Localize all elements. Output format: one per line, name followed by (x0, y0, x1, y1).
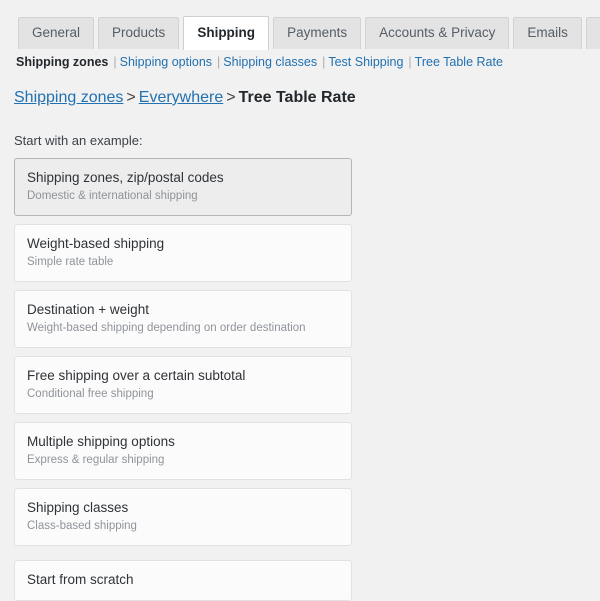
example-card-title: Shipping zones, zip/postal codes (27, 170, 224, 185)
subnav-link-test-shipping[interactable]: Test Shipping (328, 55, 403, 69)
example-card-description: Express & regular shipping (27, 454, 165, 466)
example-card-weight-based-shipping[interactable]: Weight-based shipping Simple rate table (14, 224, 352, 282)
breadcrumb-link-everywhere[interactable]: Everywhere (139, 89, 223, 106)
tab-integration[interactable]: Integration (585, 17, 600, 49)
subnav-current-shipping-zones: Shipping zones (16, 55, 109, 69)
example-card-description: Class-based shipping (27, 520, 137, 532)
subnav-link-shipping-options[interactable]: Shipping options (120, 55, 212, 69)
example-card-title: Weight-based shipping (27, 236, 165, 251)
example-list: Shipping zones, zip/postal codes Domesti… (0, 158, 600, 546)
breadcrumb-separator: > (126, 89, 136, 106)
settings-tab-strip: General Products Shipping Payments Accounts … (0, 0, 600, 50)
start-from-scratch-card[interactable]: Start from scratch (14, 560, 352, 601)
example-card-title: Shipping classes (27, 500, 129, 515)
subnav-link-shipping-classes[interactable]: Shipping classes (223, 55, 317, 69)
example-card-description: Domestic & international shipping (27, 190, 198, 202)
shipping-subnav: Shipping zones | Shipping options | Shipping… (0, 48, 600, 71)
breadcrumb-current-tree-table-rate: Tree Table Rate (238, 89, 356, 106)
tab-accounts-privacy[interactable]: Accounts & Privacy (365, 17, 510, 49)
subnav-link-tree-table-rate[interactable]: Tree Table Rate (415, 55, 503, 69)
start-from-scratch-section: Start from scratch (0, 560, 600, 601)
example-card-shipping-classes[interactable]: Shipping classes Class-based shipping (14, 488, 352, 546)
breadcrumb: Shipping zones > Everywhere > Tree Table Rat… (0, 71, 600, 109)
example-card-multiple-shipping-options[interactable]: Multiple shipping options Express & regu… (14, 422, 352, 480)
page-title: Start with an example: (14, 133, 143, 148)
subnav-separator: | (217, 55, 221, 69)
example-card-destination-weight[interactable]: Destination + weight Weight-based shippi… (14, 290, 352, 348)
example-card-title: Destination + weight (27, 302, 149, 317)
subnav-separator: | (113, 55, 117, 69)
example-card-description: Conditional free shipping (27, 388, 154, 400)
breadcrumb-separator: > (226, 89, 236, 106)
tab-general[interactable]: General (18, 17, 95, 49)
start-from-scratch-title: Start from scratch (27, 572, 134, 587)
breadcrumb-link-shipping-zones[interactable]: Shipping zones (14, 89, 123, 106)
example-card-shipping-zones-zip-postal-codes[interactable]: Shipping zones, zip/postal codes Domesti… (14, 158, 352, 216)
tab-shipping[interactable]: Shipping (183, 16, 270, 50)
example-card-free-shipping-over-subtotal[interactable]: Free shipping over a certain subtotal Co… (14, 356, 352, 414)
subnav-separator: | (408, 55, 412, 69)
tab-payments[interactable]: Payments (273, 17, 362, 49)
example-card-description: Simple rate table (27, 256, 114, 268)
subnav-separator: | (322, 55, 326, 69)
tab-emails[interactable]: Emails (513, 17, 582, 49)
example-card-title: Multiple shipping options (27, 434, 175, 449)
example-card-description: Weight-based shipping depending on order… (27, 322, 306, 334)
example-card-title: Free shipping over a certain subtotal (27, 368, 246, 383)
tab-products[interactable]: Products (98, 17, 180, 49)
